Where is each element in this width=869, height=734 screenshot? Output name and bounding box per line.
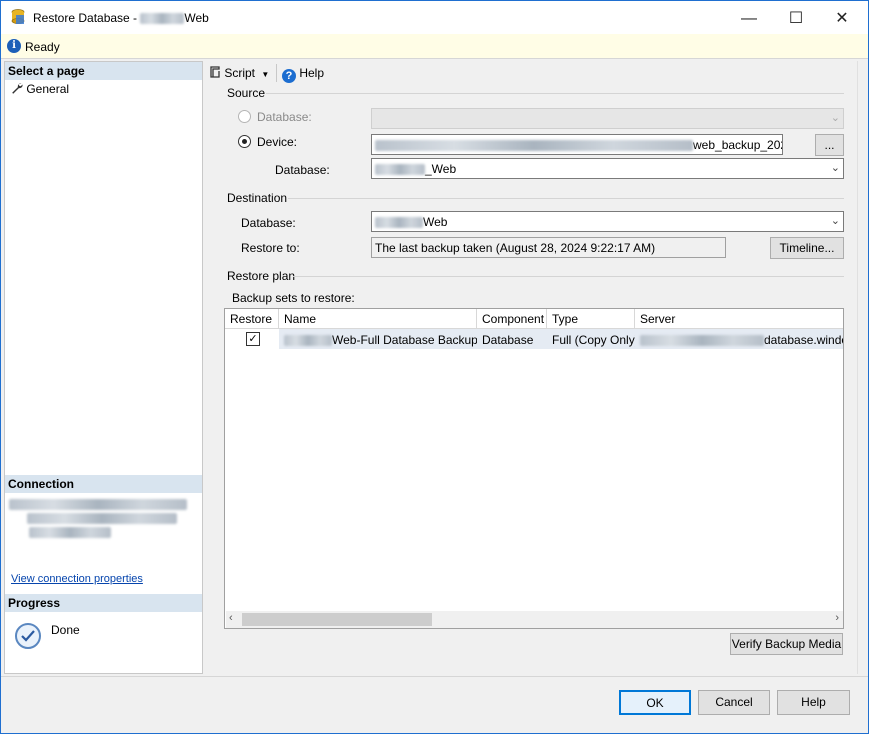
script-label: Script (224, 66, 256, 80)
name-cell: Web-Full Database Backup (279, 329, 477, 349)
page-item-label: General (26, 82, 70, 96)
minimize-button[interactable]: — (726, 2, 772, 35)
redacted-db-name (140, 13, 185, 25)
toolbar-separator (276, 64, 277, 82)
select-page-heading: Select a page (5, 62, 202, 80)
scroll-right-icon[interactable]: › (835, 612, 839, 624)
title-prefix: Restore Database - (33, 11, 141, 25)
script-button[interactable]: Script ▼ (208, 66, 269, 80)
chevron-down-icon: ⌄ (830, 112, 840, 124)
title-bar[interactable]: Restore Database - Web — ☐ ✕ (1, 1, 868, 34)
source-divider (266, 93, 844, 94)
device-path-field[interactable]: web_backup_202 (371, 134, 783, 155)
timeline-button[interactable]: Timeline... (770, 237, 844, 259)
scroll-left-icon[interactable]: ‹ (229, 612, 233, 624)
destination-heading: Destination (227, 191, 288, 205)
verify-backup-media-button[interactable]: Verify Backup Media (730, 633, 843, 655)
info-icon: i (7, 39, 21, 53)
help-icon: ? (282, 69, 296, 83)
name-value: Web-Full Database Backup (332, 333, 477, 347)
help-label: Help (299, 66, 325, 80)
status-text: Ready (25, 40, 60, 54)
redacted-db-name (284, 335, 332, 347)
device-radio[interactable] (238, 135, 251, 148)
wrench-icon (12, 83, 23, 94)
scrollbar-thumb[interactable] (242, 613, 432, 626)
progress-heading: Progress (5, 594, 202, 612)
database-app-icon (11, 9, 25, 24)
left-pane: Select a page General Connection View co… (4, 61, 203, 674)
restore-to-label: Restore to: (241, 241, 300, 255)
backup-sets-grid[interactable]: Restore Name Component Type Server ✓ Web… (224, 308, 844, 629)
script-icon (210, 66, 220, 78)
destination-database-label: Database: (241, 216, 296, 230)
progress-status: Done (51, 623, 80, 637)
help-toolbar-button[interactable]: ? Help (282, 66, 324, 83)
source-database-label: Database: (275, 163, 330, 177)
title-suffix: Web (184, 11, 209, 25)
server-cell: database.windo (635, 329, 843, 349)
horizontal-scrollbar[interactable]: ‹ › (226, 611, 843, 628)
restore-to-field: The last backup taken (August 28, 2024 9… (371, 237, 726, 258)
destination-database-value: Web (423, 215, 448, 229)
restore-plan-divider (293, 276, 844, 277)
source-database-value: _Web (425, 162, 457, 176)
column-header-server[interactable]: Server (635, 309, 843, 329)
device-path-text: web_backup_202 (693, 138, 783, 152)
backup-sets-label: Backup sets to restore: (232, 291, 355, 305)
redacted-server (640, 335, 764, 347)
column-header-component[interactable]: Component (477, 309, 547, 329)
vertical-scrollbar[interactable] (857, 61, 865, 674)
source-database-combo[interactable]: ⌄ (371, 108, 844, 129)
redacted-db-name (375, 217, 423, 229)
chevron-down-icon: ⌄ (830, 215, 840, 227)
maximize-button[interactable]: ☐ (773, 2, 819, 35)
browse-device-button[interactable]: ... (815, 134, 844, 156)
destination-divider (288, 198, 844, 199)
close-button[interactable]: ✕ (819, 2, 865, 35)
column-header-restore[interactable]: Restore (225, 309, 279, 329)
status-bar: i Ready (1, 34, 868, 59)
component-cell: Database (477, 329, 547, 349)
database-radio-label: Database: (257, 110, 312, 124)
connection-heading: Connection (5, 475, 202, 493)
ok-button[interactable]: OK (619, 690, 691, 715)
source-heading: Source (227, 86, 266, 100)
window-title: Restore Database - Web (33, 11, 209, 25)
help-button[interactable]: Help (777, 690, 850, 715)
destination-database-select[interactable]: Web ⌄ (371, 211, 844, 232)
page-item-general[interactable]: General (11, 82, 69, 96)
checkmark-icon (15, 623, 41, 649)
redacted-path (375, 140, 693, 152)
column-header-type[interactable]: Type (547, 309, 635, 329)
cancel-button[interactable]: Cancel (698, 690, 770, 715)
redacted-db-name (375, 164, 425, 176)
restore-plan-heading: Restore plan (227, 269, 296, 283)
redacted-connection-info (9, 499, 195, 541)
database-radio[interactable] (238, 110, 251, 123)
view-connection-properties-link[interactable]: View connection properties (11, 573, 143, 585)
column-header-name[interactable]: Name (279, 309, 477, 329)
dropdown-arrow-icon: ▼ (261, 70, 270, 79)
type-cell: Full (Copy Only) (547, 329, 635, 349)
source-database-select[interactable]: _Web ⌄ (371, 158, 844, 179)
chevron-down-icon: ⌄ (830, 162, 840, 174)
device-radio-label: Device: (257, 135, 298, 149)
server-value: database.windo (764, 333, 843, 347)
restore-checkbox[interactable]: ✓ (246, 332, 260, 346)
